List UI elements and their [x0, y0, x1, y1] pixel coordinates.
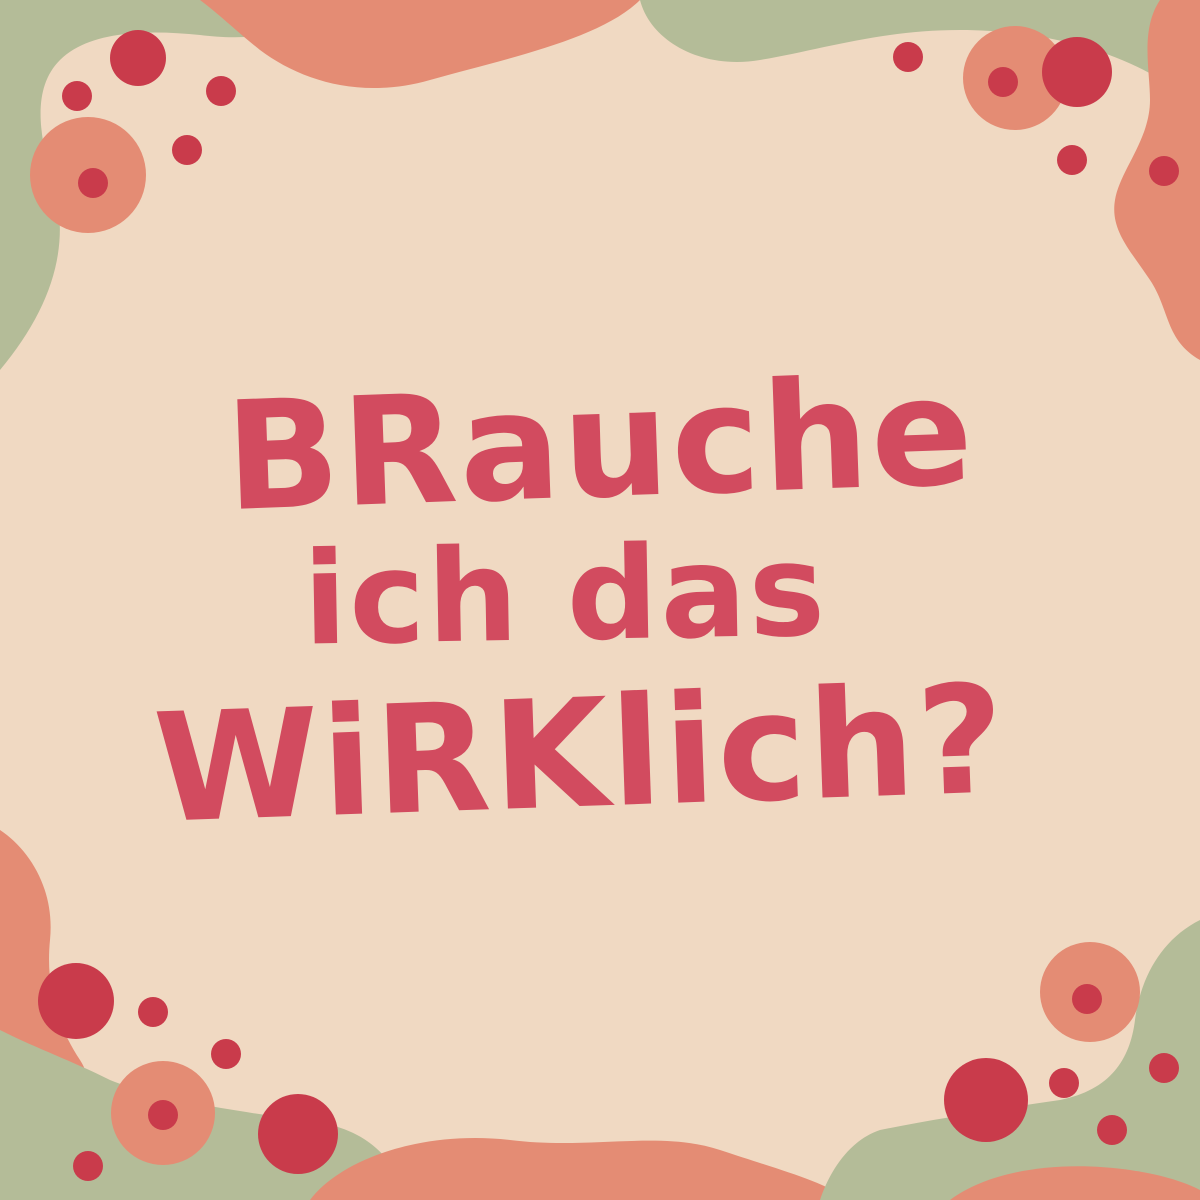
red-dot [988, 67, 1018, 97]
red-dot [1057, 145, 1087, 175]
headline-line-2: ich das [301, 516, 829, 675]
red-dot [62, 81, 92, 111]
red-dot [110, 30, 166, 86]
red-dot [1049, 1068, 1079, 1098]
red-dot [172, 135, 202, 165]
red-dot [211, 1039, 241, 1069]
red-dot [138, 997, 168, 1027]
red-dot [148, 1100, 178, 1130]
red-dot [206, 76, 236, 106]
red-dot [1149, 156, 1179, 186]
red-dot [1072, 984, 1102, 1014]
headline-line-3: WiRKlich? [151, 653, 1009, 857]
headline: BRauche ich das WiRKlich? [0, 345, 1200, 857]
red-dot [78, 168, 108, 198]
red-dot [1097, 1115, 1127, 1145]
red-dot [38, 963, 114, 1039]
red-dot [944, 1058, 1028, 1142]
red-dot [893, 42, 923, 72]
red-dot [1149, 1053, 1179, 1083]
red-dot [1042, 37, 1112, 107]
headline-line-1: BRauche [222, 344, 978, 546]
red-dot [258, 1094, 338, 1174]
red-dot [73, 1151, 103, 1181]
